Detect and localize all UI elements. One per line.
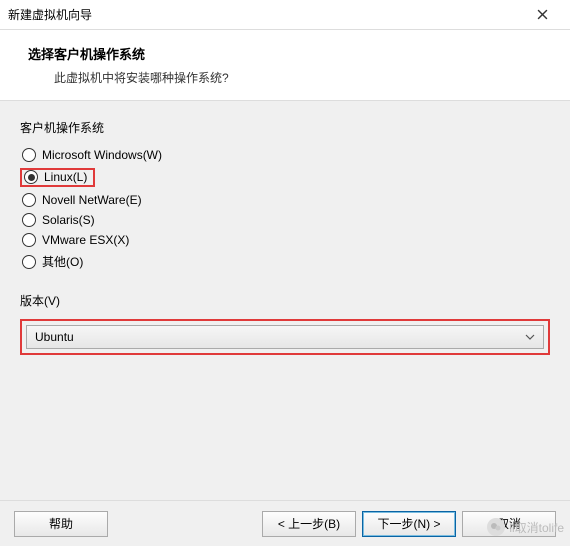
os-option-windows[interactable]: Microsoft Windows(W) xyxy=(22,148,550,162)
radio-label: VMware ESX(X) xyxy=(42,233,129,247)
radio-label: 其他(O) xyxy=(42,253,83,270)
help-button[interactable]: 帮助 xyxy=(14,511,108,537)
version-label: 版本(V) xyxy=(20,292,550,309)
chevron-down-icon xyxy=(525,332,535,342)
page-subtitle: 此虚拟机中将安装哪种操作系统? xyxy=(54,69,550,86)
window-title: 新建虚拟机向导 xyxy=(8,6,92,23)
os-option-other[interactable]: 其他(O) xyxy=(22,253,550,270)
os-radio-group: Microsoft Windows(W) Linux(L) Novell Net… xyxy=(20,146,550,270)
os-option-linux[interactable]: Linux(L) xyxy=(22,168,550,187)
page-title: 选择客户机操作系统 xyxy=(28,44,550,63)
os-option-netware[interactable]: Novell NetWare(E) xyxy=(22,193,550,207)
radio-label: Linux(L) xyxy=(44,170,87,184)
close-icon xyxy=(537,9,548,20)
highlight-box: Linux(L) xyxy=(20,168,95,187)
radio-icon xyxy=(22,148,36,162)
radio-label: Solaris(S) xyxy=(42,213,95,227)
radio-icon xyxy=(22,193,36,207)
wizard-body: 客户机操作系统 Microsoft Windows(W) Linux(L) No… xyxy=(0,101,570,501)
back-button[interactable]: < 上一步(B) xyxy=(262,511,356,537)
wizard-header: 选择客户机操作系统 此虚拟机中将安装哪种操作系统? xyxy=(0,30,570,101)
radio-icon xyxy=(24,170,38,184)
version-section: 版本(V) Ubuntu xyxy=(20,292,550,355)
cancel-button[interactable]: 取消 xyxy=(462,511,556,537)
os-group-label: 客户机操作系统 xyxy=(20,119,550,136)
close-button[interactable] xyxy=(522,1,562,29)
radio-icon xyxy=(22,233,36,247)
radio-label: Microsoft Windows(W) xyxy=(42,148,162,162)
next-button[interactable]: 下一步(N) > xyxy=(362,511,456,537)
radio-icon xyxy=(22,213,36,227)
radio-label: Novell NetWare(E) xyxy=(42,193,142,207)
highlight-box: Ubuntu xyxy=(20,319,550,355)
version-selected-value: Ubuntu xyxy=(35,330,74,344)
wizard-footer: 帮助 < 上一步(B) 下一步(N) > 取消 xyxy=(0,500,570,546)
radio-icon xyxy=(22,255,36,269)
os-option-vmware-esx[interactable]: VMware ESX(X) xyxy=(22,233,550,247)
titlebar: 新建虚拟机向导 xyxy=(0,0,570,30)
os-option-solaris[interactable]: Solaris(S) xyxy=(22,213,550,227)
version-select[interactable]: Ubuntu xyxy=(26,325,544,349)
